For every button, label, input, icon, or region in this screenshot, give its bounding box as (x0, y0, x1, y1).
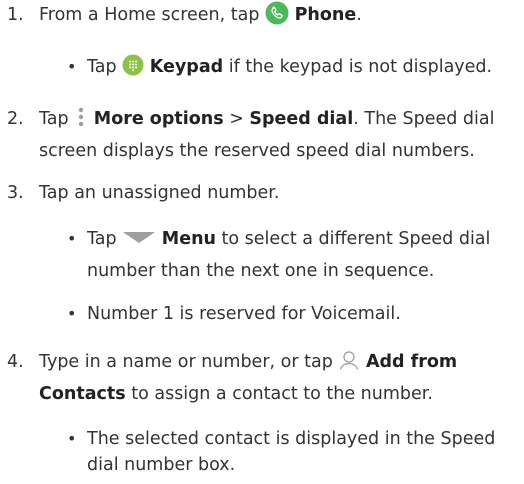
step-4-bullet-1-line-2: dial number box. (87, 455, 236, 475)
more-options-icon (74, 106, 88, 128)
add-from-label: Add from (365, 352, 458, 372)
keypad-icon (122, 54, 144, 76)
add-contact-icon (338, 349, 360, 371)
bullet-marker: • (67, 57, 77, 76)
step-text-end: to assign a contact to the number. (125, 384, 433, 404)
step-2-line-2: screen displays the reserved speed dial … (39, 141, 475, 161)
bullet-text-end: to select a different Speed dial (215, 229, 491, 249)
bullet-text: Tap (87, 57, 123, 77)
step-4-line-2: Contacts to assign a contact to the numb… (39, 382, 433, 406)
phone-label: Phone (294, 5, 357, 25)
speed-dial-label: Speed dial (249, 109, 354, 129)
step-text-end: . (356, 5, 362, 25)
step-text-end: . The Speed dial (353, 109, 495, 129)
step-number: 2. (7, 109, 24, 129)
keypad-label: Keypad (149, 57, 224, 77)
bullet-text-end: if the keypad is not displayed. (223, 57, 493, 77)
step-text: Tap an unassigned number. (39, 183, 280, 203)
bullet-marker: • (67, 304, 77, 323)
step-number: 1. (7, 5, 24, 25)
step-3-bullet-1-line-2: number than the next one in sequence. (87, 261, 435, 281)
menu-triangle-icon (122, 230, 156, 244)
step-text: Tap (39, 109, 75, 129)
step-number: 4. (7, 352, 24, 372)
step-text: From a Home screen, tap (39, 5, 266, 25)
bullet-text: Tap (87, 229, 123, 249)
step-number: 3. (7, 183, 24, 203)
step-text: Type in a name or number, or tap (39, 352, 339, 372)
bullet-text: The selected contact is displayed in the… (87, 429, 496, 449)
bullet-marker: • (67, 429, 77, 448)
phone-icon (265, 1, 289, 25)
bullet-text: Number 1 is reserved for Voicemail. (87, 304, 401, 324)
more-options-label: More options (93, 109, 224, 129)
contacts-label: Contacts (39, 384, 126, 404)
bullet-marker: • (67, 229, 77, 248)
menu-label: Menu (161, 229, 216, 249)
menu-separator: > (223, 109, 250, 129)
